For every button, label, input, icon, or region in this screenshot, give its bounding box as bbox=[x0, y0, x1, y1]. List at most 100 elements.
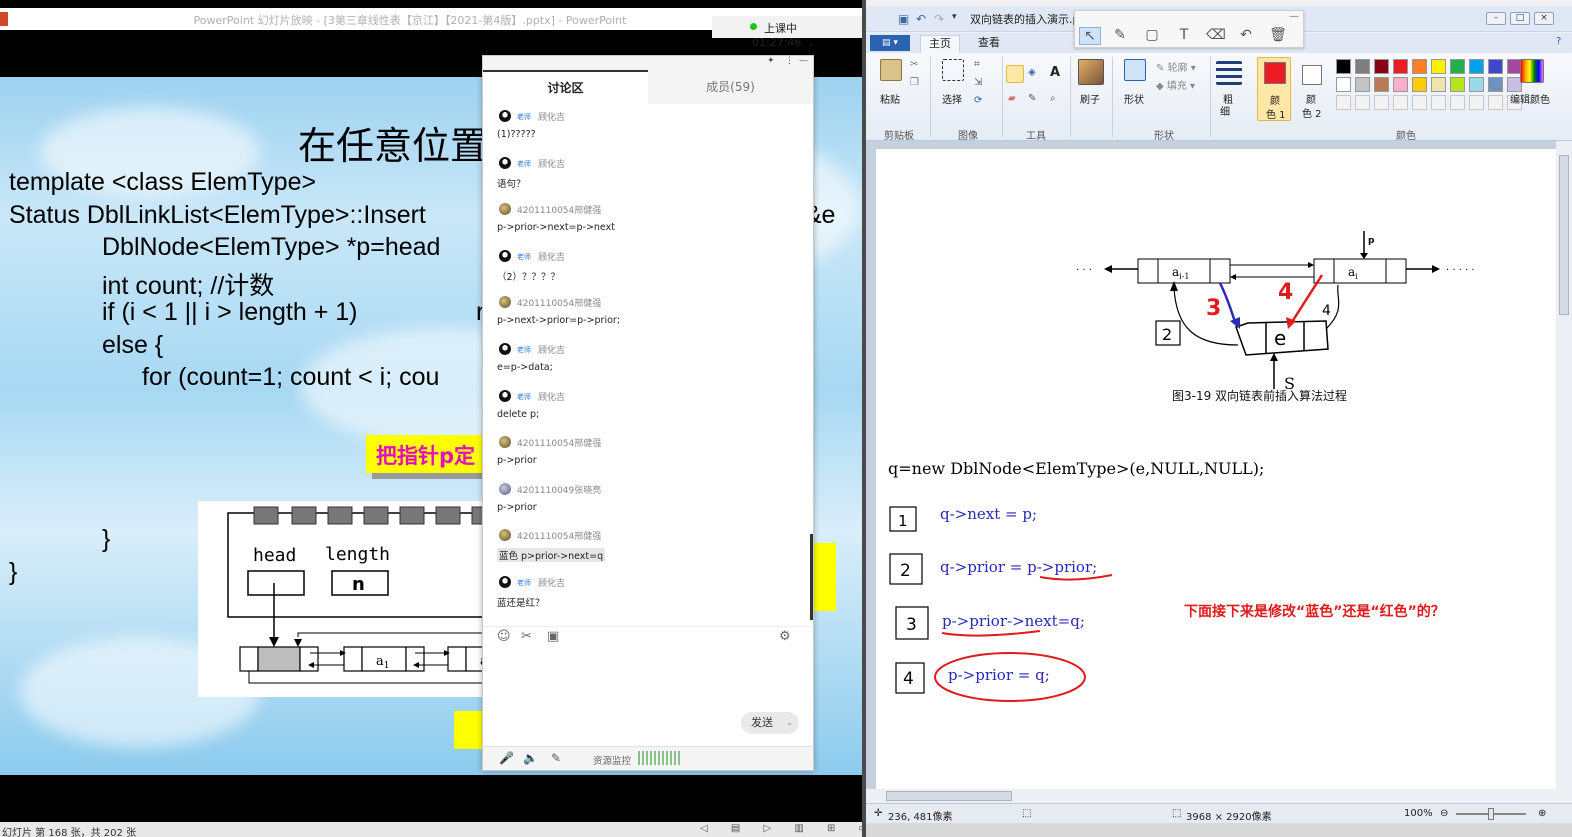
file-menu-button[interactable]: ▤ ▾ bbox=[870, 35, 910, 51]
color-swatch[interactable] bbox=[1393, 59, 1408, 74]
text-icon[interactable]: A bbox=[1050, 65, 1060, 80]
color-swatch[interactable] bbox=[1488, 59, 1503, 74]
magnifier-icon[interactable]: ⌕ bbox=[1050, 93, 1056, 104]
minimize-button[interactable]: – bbox=[1486, 12, 1506, 25]
chat-scrollbar[interactable] bbox=[810, 534, 813, 620]
shapes-icon[interactable] bbox=[1124, 59, 1146, 81]
message-list[interactable]: 老师 顾化吉 (1)????? 老师 顾化吉 语句？ 4201110054邢健强 p->pri… bbox=[483, 108, 813, 623]
color-swatch[interactable] bbox=[1355, 59, 1370, 74]
color-swatch[interactable] bbox=[1431, 59, 1446, 74]
chat-message[interactable]: 老师 顾化吉 蓝还是红？ bbox=[483, 574, 813, 620]
brush-icon[interactable] bbox=[1078, 59, 1104, 85]
fill-icon[interactable]: ◈ bbox=[1028, 67, 1036, 78]
save-icon[interactable]: ▣ bbox=[898, 12, 909, 26]
pen-icon[interactable]: ✎ bbox=[1109, 27, 1131, 43]
color-swatch[interactable] bbox=[1450, 59, 1465, 74]
color-swatch[interactable] bbox=[1412, 59, 1427, 74]
slideshow-controls[interactable]: ◁ ▤ ▷ ▥ ⊞ ▭ bbox=[700, 823, 862, 834]
color2-button[interactable]: 颜 色 2 bbox=[1296, 57, 1330, 121]
text-tool-icon[interactable]: T bbox=[1173, 27, 1195, 43]
outline-button[interactable]: ✎ 轮廓 ▾ bbox=[1156, 59, 1196, 74]
image-icon[interactable]: ▣ bbox=[547, 629, 559, 644]
color-picker-icon[interactable]: ✎ bbox=[1028, 93, 1036, 104]
horizontal-scrollbar[interactable] bbox=[866, 789, 1572, 803]
color-swatch[interactable] bbox=[1336, 77, 1351, 92]
vertical-scrollbar[interactable] bbox=[1556, 141, 1572, 789]
eraser-icon[interactable]: ▰ bbox=[1008, 93, 1016, 104]
undo-tool-icon[interactable]: ↶ bbox=[1235, 27, 1257, 43]
tab-discussion[interactable]: 讨论区 bbox=[483, 70, 648, 104]
pin-icon[interactable]: ✦ bbox=[767, 56, 775, 66]
tab-view[interactable]: 查看 bbox=[970, 35, 1008, 53]
chat-message[interactable]: 老师 顾化吉 (1)????? bbox=[483, 108, 813, 154]
scroll-thumb[interactable] bbox=[1559, 155, 1569, 315]
edit-colors-icon[interactable] bbox=[1520, 59, 1544, 83]
redo-icon[interactable]: ↷ bbox=[934, 12, 944, 26]
custom-color-slot[interactable] bbox=[1355, 95, 1370, 110]
maximize-button[interactable]: □ bbox=[1510, 12, 1530, 25]
chat-message[interactable]: 老师 顾化吉 （2）？？？？ bbox=[483, 248, 813, 294]
color-swatch[interactable] bbox=[1469, 77, 1484, 92]
color-swatch[interactable] bbox=[1431, 77, 1446, 92]
zoom-slider-thumb[interactable] bbox=[1488, 808, 1494, 820]
zoom-out-icon[interactable]: ⊖ bbox=[1440, 808, 1448, 819]
select-button[interactable]: 选择 bbox=[942, 91, 962, 106]
drawing-canvas[interactable]: ai-1 · · · ai · · · · · p e S 3 4 2 4 1 … bbox=[876, 149, 1556, 789]
color-swatch[interactable] bbox=[1412, 77, 1427, 92]
crop-icon[interactable]: ⌗ bbox=[974, 59, 980, 70]
send-button[interactable]: 发送 ⌄ bbox=[741, 712, 799, 734]
minimize-icon[interactable]: — bbox=[1289, 11, 1299, 22]
class-timer[interactable]: 上课中 01:27:46 ⌄ bbox=[712, 16, 862, 49]
scroll-thumb[interactable] bbox=[886, 791, 1012, 801]
mic-icon[interactable]: 🎤 bbox=[499, 751, 514, 765]
paste-icon[interactable] bbox=[880, 59, 902, 81]
custom-color-slot[interactable] bbox=[1412, 95, 1427, 110]
rectangle-icon[interactable]: ▢ bbox=[1141, 27, 1163, 43]
custom-color-slot[interactable] bbox=[1488, 95, 1503, 110]
thickness-label-2[interactable]: 细 bbox=[1220, 103, 1230, 118]
resize-icon[interactable]: ⇲ bbox=[974, 77, 982, 88]
tab-members[interactable]: 成员(59) bbox=[648, 70, 813, 104]
resource-monitor-label[interactable]: 资源监控 bbox=[593, 753, 631, 767]
brush-button[interactable]: 刷子 bbox=[1080, 91, 1100, 106]
settings-icon[interactable]: ⚙ bbox=[779, 629, 791, 644]
pen-icon[interactable]: ✎ bbox=[551, 751, 561, 765]
rotate-icon[interactable]: ⟳ bbox=[974, 95, 982, 106]
cut-icon[interactable]: ✂ bbox=[910, 59, 918, 70]
cursor-icon[interactable]: ↖ bbox=[1079, 27, 1101, 45]
paste-button[interactable]: 粘贴 bbox=[880, 91, 900, 106]
close-button[interactable]: × bbox=[1534, 12, 1554, 25]
color-swatch[interactable] bbox=[1355, 77, 1370, 92]
custom-color-slot[interactable] bbox=[1450, 95, 1465, 110]
delete-icon[interactable]: 🗑 bbox=[1267, 27, 1289, 43]
select-icon[interactable] bbox=[942, 59, 964, 81]
color-swatch[interactable] bbox=[1374, 77, 1389, 92]
chat-message[interactable]: 老师 顾化吉 delete p; bbox=[483, 388, 813, 434]
more-icon[interactable]: ⋮ bbox=[785, 56, 794, 66]
speaker-icon[interactable]: 🔈 bbox=[523, 751, 538, 765]
zoom-in-icon[interactable]: ⊕ bbox=[1538, 808, 1546, 819]
chat-message[interactable]: 4201110054邢健强 p->next->prior=p->prior; bbox=[483, 294, 813, 340]
shapes-button[interactable]: 形状 bbox=[1124, 91, 1144, 106]
custom-color-slot[interactable] bbox=[1431, 95, 1446, 110]
chat-message[interactable]: 4201110054邢健强 蓝色 p>prior->next=q bbox=[483, 527, 813, 573]
color-swatch[interactable] bbox=[1450, 77, 1465, 92]
custom-color-slot[interactable] bbox=[1374, 95, 1389, 110]
color-swatch[interactable] bbox=[1393, 77, 1408, 92]
edit-colors-button[interactable]: 编辑颜色 bbox=[1510, 91, 1550, 106]
color-swatch[interactable] bbox=[1488, 77, 1503, 92]
scissors-icon[interactable]: ✂ bbox=[521, 629, 532, 644]
color-swatch[interactable] bbox=[1336, 59, 1351, 74]
minimize-icon[interactable]: — bbox=[799, 56, 808, 66]
chevron-down-icon[interactable]: ▾ bbox=[952, 12, 957, 22]
pencil-icon[interactable] bbox=[1006, 65, 1024, 83]
chat-message[interactable]: 4201110049张晓亮 p->prior bbox=[483, 481, 813, 527]
eraser-tool-icon[interactable]: ⌫ bbox=[1205, 27, 1227, 43]
chat-message[interactable]: 老师 顾化吉 语句？ bbox=[483, 155, 813, 201]
color1-button[interactable]: 颜 色 1 bbox=[1257, 57, 1291, 121]
copy-icon[interactable]: ❐ bbox=[910, 77, 919, 88]
custom-color-slot[interactable] bbox=[1393, 95, 1408, 110]
color-swatch[interactable] bbox=[1374, 59, 1389, 74]
chat-message[interactable]: 老师 顾化吉 e=p->data; bbox=[483, 341, 813, 387]
custom-color-slot[interactable] bbox=[1469, 95, 1484, 110]
